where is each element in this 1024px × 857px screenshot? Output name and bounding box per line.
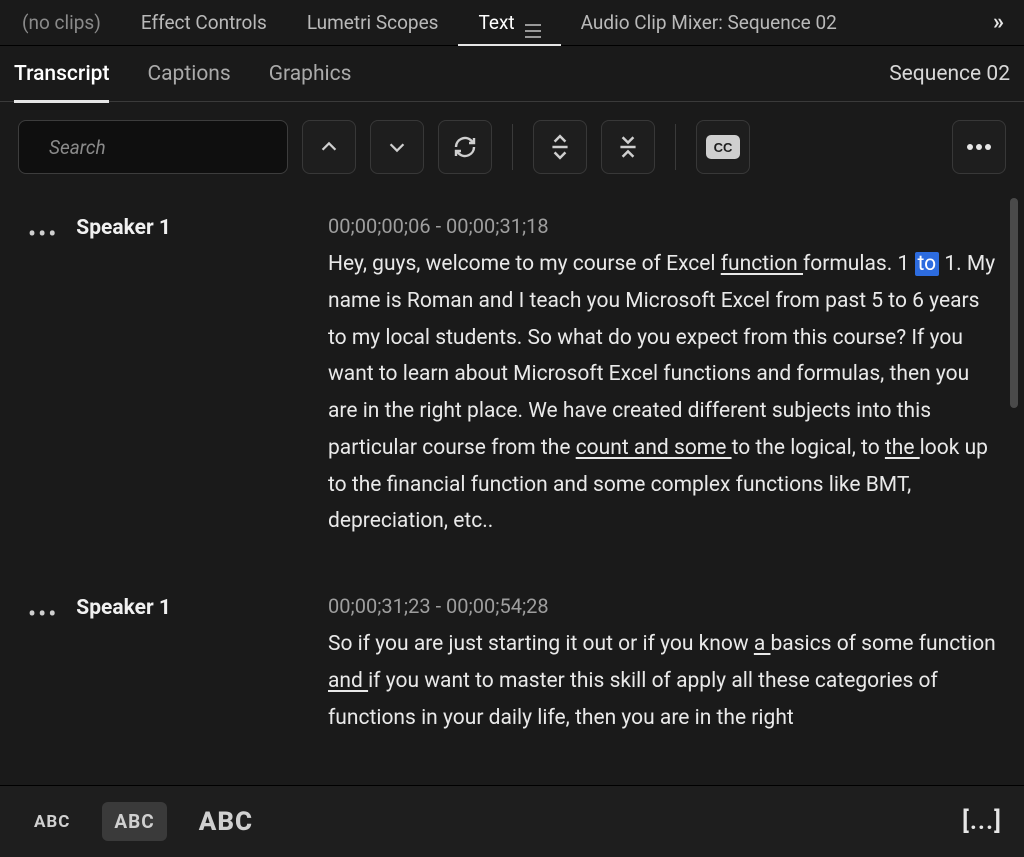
text-size-medium[interactable]: ABC <box>102 802 166 841</box>
tab-audio-clip-mixer[interactable]: Audio Clip Mixer: Sequence 02 <box>561 1 857 45</box>
transcript-word: formulas. 1 <box>803 252 915 276</box>
low-confidence-word: and <box>328 669 368 693</box>
panel-tab-strip: (no clips) Effect Controls Lumetri Scope… <box>0 0 1024 46</box>
refresh-icon <box>453 135 477 159</box>
search-box[interactable] <box>18 120 288 174</box>
speaker-label[interactable]: Speaker 1 <box>76 216 171 240</box>
tab-text-label: Text <box>478 11 514 34</box>
expand-vertical-icon <box>547 134 573 160</box>
transcript-word: 1. My name is Roman and I teach you Micr… <box>328 252 995 460</box>
transcript-segment[interactable]: ••• Speaker 1 00;00;00;06 - 00;00;31;18 Hey… <box>28 200 996 580</box>
chevron-down-icon <box>386 136 408 158</box>
prev-result-button[interactable] <box>302 120 356 174</box>
speaker-label[interactable]: Speaker 1 <box>76 596 171 620</box>
toolbar-separator <box>512 124 513 170</box>
low-confidence-word: function <box>721 252 803 276</box>
low-confidence-word: the <box>885 436 920 460</box>
transcript-list: ••• Speaker 1 00;00;00;06 - 00;00;31;18 Hey… <box>0 192 1024 785</box>
tabs-overflow-button[interactable]: » <box>975 10 1022 35</box>
segment-menu-button[interactable]: ••• <box>28 596 58 626</box>
scrollbar[interactable] <box>1010 198 1018 408</box>
transcript-list-wrap: ••• Speaker 1 00;00;00;06 - 00;00;31;18 Hey… <box>0 192 1024 785</box>
panel-menu-icon[interactable] <box>525 8 541 38</box>
subtab-graphics[interactable]: Graphics <box>269 46 372 102</box>
subtab-captions[interactable]: Captions <box>147 46 250 102</box>
retranscribe-button[interactable] <box>438 120 492 174</box>
segment-right: 00;00;31;23 - 00;00;54;28 So if you are j… <box>328 594 996 736</box>
transcript-word: Hey, guys, welcome to my course of Excel <box>328 252 721 276</box>
highlighted-word: to <box>915 252 940 276</box>
transcript-bottom-bar: ABC ABC ABC [...] <box>0 785 1024 857</box>
split-segment-button[interactable] <box>533 120 587 174</box>
tab-effect-controls[interactable]: Effect Controls <box>121 1 287 45</box>
segment-timecode: 00;00;31;23 - 00;00;54;28 <box>328 594 996 618</box>
insert-pause-button[interactable]: [...] <box>962 807 1002 836</box>
segment-menu-button[interactable]: ••• <box>28 216 58 246</box>
more-options-button[interactable] <box>952 120 1006 174</box>
transcript-word: to the logical, to <box>732 436 885 460</box>
text-sub-tab-strip: Transcript Captions Graphics Sequence 02 <box>0 46 1024 102</box>
merge-segment-button[interactable] <box>601 120 655 174</box>
subtab-transcript[interactable]: Transcript <box>14 46 129 102</box>
segment-left: ••• Speaker 1 <box>28 594 310 736</box>
segment-left: ••• Speaker 1 <box>28 214 310 540</box>
search-input[interactable] <box>49 136 294 159</box>
text-size-large[interactable]: ABC <box>187 799 265 845</box>
transcript-word: So if you are just starting it out or if… <box>328 632 754 656</box>
more-icon <box>966 143 992 151</box>
toolbar-separator-2 <box>675 124 676 170</box>
tab-no-clips[interactable]: (no clips) <box>2 1 121 45</box>
cc-button[interactable]: CC <box>696 120 750 174</box>
transcript-segment[interactable]: ••• Speaker 1 00;00;31;23 - 00;00;54;28 So … <box>28 580 996 776</box>
segment-timecode: 00;00;00;06 - 00;00;31;18 <box>328 214 996 238</box>
text-size-small[interactable]: ABC <box>22 804 82 840</box>
transcript-toolbar: CC <box>0 102 1024 192</box>
collapse-vertical-icon <box>615 134 641 160</box>
low-confidence-word: a <box>754 632 771 656</box>
next-result-button[interactable] <box>370 120 424 174</box>
tab-lumetri-scopes[interactable]: Lumetri Scopes <box>287 1 459 45</box>
cc-icon: CC <box>705 134 741 160</box>
svg-text:CC: CC <box>714 140 733 155</box>
low-confidence-word: count and some <box>576 436 732 460</box>
segment-text[interactable]: Hey, guys, welcome to my course of Excel… <box>328 246 996 540</box>
transcript-word: basics of some function <box>771 632 996 656</box>
transcript-word: if you want to master this skill of appl… <box>328 669 938 730</box>
sequence-label: Sequence 02 <box>889 62 1010 86</box>
tab-text[interactable]: Text <box>458 1 560 45</box>
chevron-up-icon <box>318 136 340 158</box>
segment-right: 00;00;00;06 - 00;00;31;18 Hey, guys, welc… <box>328 214 996 540</box>
segment-text[interactable]: So if you are just starting it out or if… <box>328 626 996 736</box>
